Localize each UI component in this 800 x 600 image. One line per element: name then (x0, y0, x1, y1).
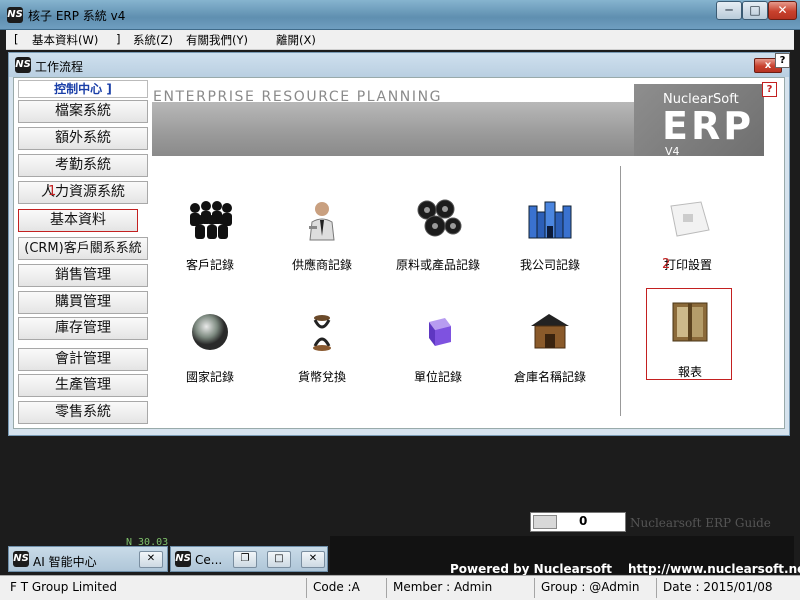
country-icon (192, 314, 228, 350)
tile-label: 原料或產品記錄 (395, 258, 480, 272)
menu-bracket-right: ] (116, 32, 121, 46)
report-icon (672, 302, 708, 342)
warehouse-icon (531, 314, 569, 349)
status-code: Code :A (306, 578, 384, 598)
status-company: F T Group Limited (10, 580, 117, 594)
tile-country-records[interactable]: 國家記錄 (160, 302, 260, 392)
status-member: Member : Admin (386, 578, 532, 598)
ai-center-logo-icon: NS (13, 551, 29, 567)
guide-label: Nuclearsoft ERP Guide (630, 516, 771, 530)
menu-basic-data[interactable]: 基本資料(W) (32, 32, 98, 48)
sidebar-item-crm[interactable]: (CRM)客戶關系系統 (18, 237, 148, 260)
tile-label: 倉庫名稱記錄 (513, 370, 586, 384)
customers-icon (190, 201, 232, 239)
menu-system[interactable]: 系統(Z) (133, 32, 173, 48)
sidebar-item-attendance[interactable]: 考勤系統 (18, 154, 148, 177)
materials-icon (417, 199, 462, 237)
minimized-title: Ce... (195, 553, 223, 567)
sidebar-item-purchase[interactable]: 購買管理 (18, 291, 148, 314)
company-icon (528, 201, 572, 239)
annotation-1: 1 (48, 184, 57, 199)
window-title: 核子 ERP 系統 v4 (28, 9, 126, 23)
sidebar-item-extra-system[interactable]: 額外系統 (18, 127, 148, 150)
tile-label: 單位記錄 (413, 370, 462, 384)
restore-icon[interactable]: ❐ (233, 551, 257, 568)
tile-unit-records[interactable]: 單位記錄 (388, 302, 488, 392)
ce-logo-icon: NS (175, 551, 191, 567)
workflow-help-button[interactable]: ? (775, 53, 790, 68)
close-button[interactable]: ✕ (768, 1, 797, 20)
printer-settings-icon (670, 201, 710, 237)
child-logo-icon: NS (15, 57, 31, 73)
tile-warehouse-records[interactable]: 倉庫名稱記錄 (500, 302, 600, 392)
tile-print-settings[interactable]: 打印設置 (638, 190, 738, 280)
sidebar-item-retail[interactable]: 零售系統 (18, 401, 148, 424)
maximize-icon[interactable]: □ (267, 551, 291, 568)
sidebar-item-basic-data[interactable]: 基本資料 (18, 209, 138, 232)
tile-material-records[interactable]: 原料或產品記錄 (388, 190, 488, 280)
window-titlebar[interactable]: NS 核子 ERP 系統 v4 ─ □ ✕ (0, 0, 800, 30)
powered-by-text: Powered by Nuclearsoft (450, 562, 612, 576)
menu-bracket-left: [ (14, 32, 19, 46)
tile-label: 我公司記錄 (519, 258, 580, 272)
menubar: [ 基本資料(W) ] 系統(Z) 有關我們(Y) 離開(X) (6, 30, 794, 50)
annotation-2: 2 (662, 257, 671, 272)
workflow-window: NS 工作流程 x ? 控制中心 ] 檔案系統 額外系統 考勤系統 人力資源系統… (8, 52, 790, 436)
workflow-titlebar[interactable]: NS 工作流程 x ? (9, 53, 790, 77)
tile-currency-exchange[interactable]: 貨幣兌換 (272, 302, 372, 392)
currency-icon (313, 315, 331, 351)
tile-reports[interactable]: 報表 (646, 288, 732, 380)
tiles-divider (620, 166, 621, 416)
tile-label: 報表 (677, 365, 702, 379)
control-center-header: 控制中心 ] (18, 80, 148, 98)
website-link[interactable]: http://www.nuclearsoft.net (628, 562, 800, 576)
tile-company-records[interactable]: 我公司記錄 (500, 190, 600, 280)
tile-supplier-records[interactable]: 供應商記錄 (272, 190, 372, 280)
status-date: Date : 2015/01/08 (656, 578, 796, 598)
supplier-icon (309, 202, 335, 241)
tile-customer-records[interactable]: 客戶記錄 (160, 190, 260, 280)
status-group: Group : @Admin (534, 578, 654, 598)
maximize-button[interactable]: □ (742, 1, 768, 20)
sidebar-item-file-system[interactable]: 檔案系統 (18, 100, 148, 123)
sidebar-item-sales[interactable]: 銷售管理 (18, 264, 148, 287)
menu-about[interactable]: 有關我們(Y) (186, 32, 248, 48)
guide-value: 0 (579, 514, 588, 528)
brand-version: V4 (665, 145, 680, 158)
minimized-ce-window[interactable]: NS Ce... ❐ □ ✕ (170, 546, 328, 572)
menu-exit[interactable]: 離開(X) (276, 32, 316, 48)
help-icon[interactable]: ? (762, 82, 777, 97)
tile-label: 貨幣兌換 (297, 370, 346, 384)
sidebar-item-accounting[interactable]: 會計管理 (18, 348, 148, 371)
unit-icon (429, 318, 451, 346)
app-logo-icon: NS (7, 7, 23, 23)
minimized-title: AI 智能中心 (33, 555, 97, 569)
guide-knob[interactable] (533, 515, 557, 529)
guide-counter[interactable]: 0 (530, 512, 626, 532)
workflow-title: 工作流程 (35, 60, 84, 74)
minimized-ai-center[interactable]: NS AI 智能中心 ✕ (8, 546, 168, 572)
close-icon[interactable]: ✕ (301, 551, 325, 568)
tile-label: 客戶記錄 (185, 258, 234, 272)
tile-label: 打印設置 (663, 258, 712, 272)
sidebar-item-hr[interactable]: 人力資源系統 (18, 181, 148, 204)
sidebar-item-inventory[interactable]: 庫存管理 (18, 317, 148, 340)
minimize-button[interactable]: ─ (716, 1, 742, 20)
sidebar-item-production[interactable]: 生產管理 (18, 374, 148, 397)
brand-big: ERP (662, 104, 755, 148)
close-icon[interactable]: ✕ (139, 551, 163, 568)
statusbar: F T Group Limited Code :A Member : Admin… (0, 575, 800, 600)
workflow-client: 控制中心 ] 檔案系統 額外系統 考勤系統 人力資源系統 基本資料 (CRM)客… (13, 77, 785, 429)
tile-label: 供應商記錄 (291, 258, 352, 272)
tile-label: 國家記錄 (185, 370, 234, 384)
